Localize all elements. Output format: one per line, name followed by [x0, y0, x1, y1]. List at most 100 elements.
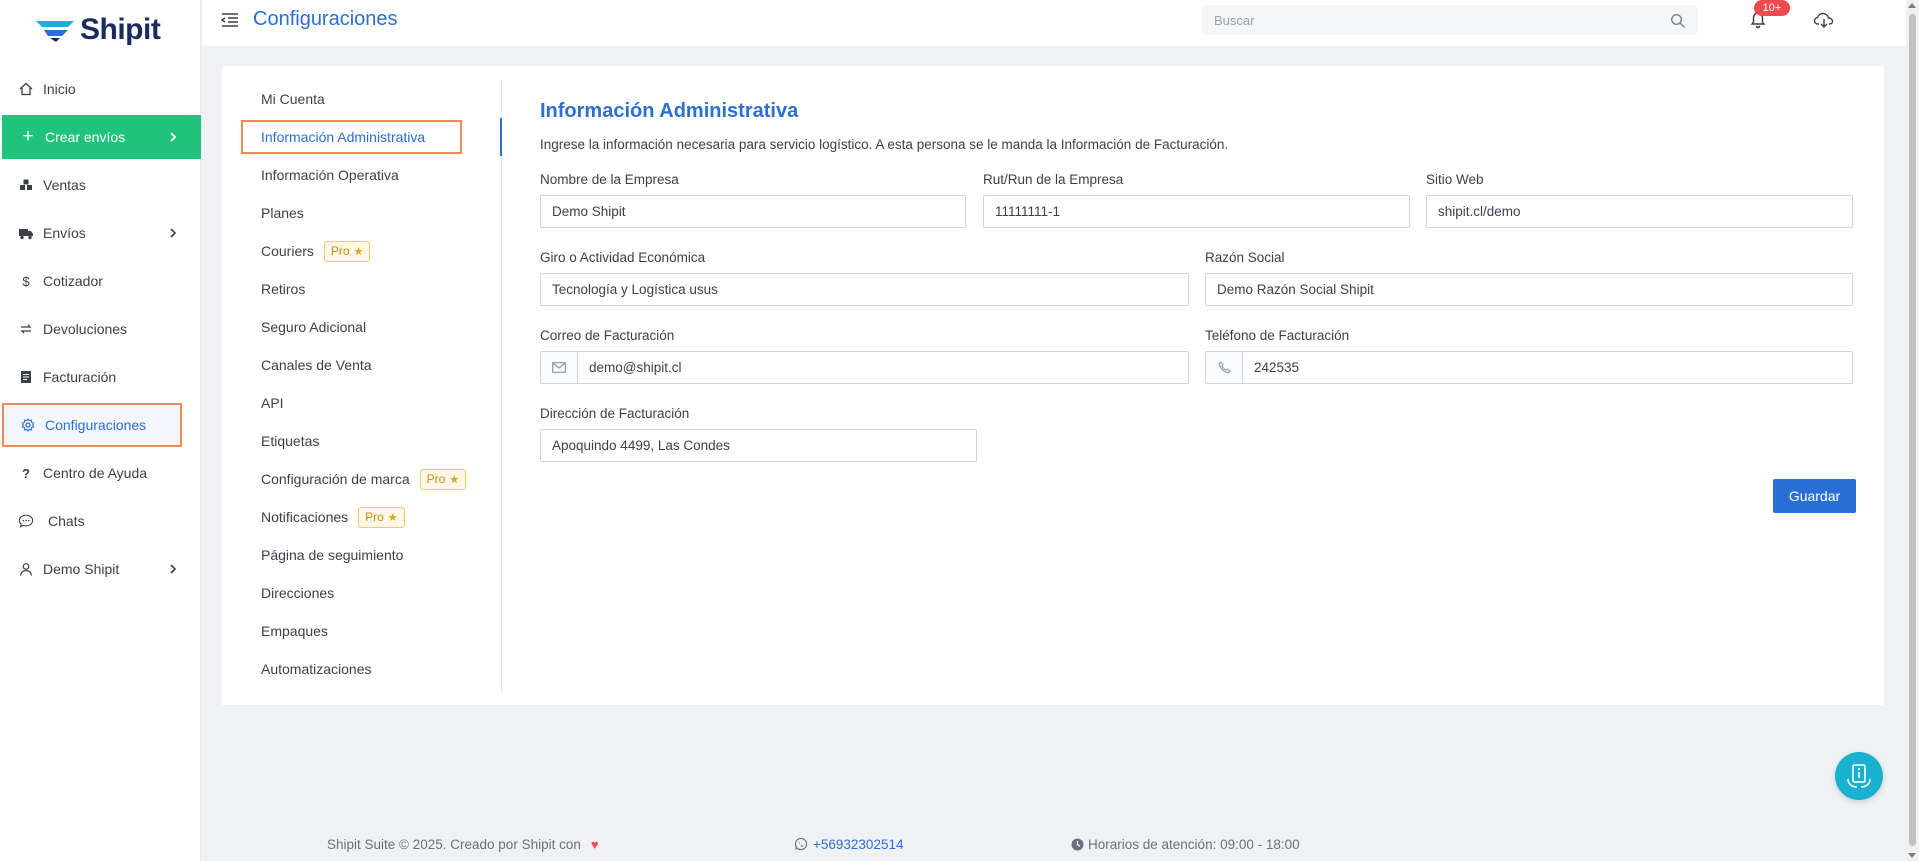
sidebar-item-configuraciones[interactable]: Configuraciones — [2, 403, 182, 447]
submenu-item-empaques[interactable]: Empaques — [222, 612, 501, 650]
pro-badge: Pro ★ — [323, 240, 371, 262]
submenu-item-automatizaciones[interactable]: Automatizaciones — [222, 650, 501, 688]
sidebar-item-label: Ventas — [43, 177, 86, 193]
rut-input[interactable] — [984, 196, 1409, 227]
footer-hours: Horarios de atención: 09:00 - 18:00 — [1071, 835, 1300, 853]
website-input[interactable] — [1427, 196, 1852, 227]
scroll-thumb[interactable] — [1909, 14, 1916, 846]
pro-badge-label: Pro — [330, 244, 350, 258]
star-icon: ★ — [449, 473, 460, 486]
submenu-item-label: Notificaciones — [261, 509, 349, 525]
sidebar-item-label: Configuraciones — [45, 417, 147, 433]
sidebar-item-label: Inicio — [43, 81, 76, 97]
user-icon — [18, 561, 34, 577]
business-activity-input[interactable] — [541, 274, 1188, 305]
sidebar-item-label: Crear envíos — [45, 129, 126, 145]
billing-phone-input[interactable] — [1243, 352, 1852, 383]
submenu-item-informacion-operativa[interactable]: Información Operativa — [222, 156, 501, 194]
company-name-label: Nombre de la Empresa — [540, 172, 679, 187]
sidebar-item-demo-shipit[interactable]: Demo Shipit — [0, 547, 201, 591]
sidebar-item-inicio[interactable]: Inicio — [0, 67, 201, 111]
submenu-item-couriers[interactable]: Couriers Pro ★ — [222, 232, 501, 270]
billing-email-input[interactable] — [578, 352, 1188, 383]
sidebar-item-ventas[interactable]: Ventas — [0, 163, 201, 207]
sidebar-item-label: Facturación — [43, 369, 117, 385]
billing-email-field — [540, 351, 1189, 384]
heart-icon: ♥ — [590, 836, 599, 852]
sidebar-item-facturacion[interactable]: Facturación — [0, 355, 201, 399]
page-title: Configuraciones — [253, 8, 398, 30]
sidebar-item-envios[interactable]: Envíos — [0, 211, 201, 255]
shipit-logo-icon — [36, 21, 74, 42]
sidebar-item-centro-de-ayuda[interactable]: ? Centro de Ayuda — [0, 451, 201, 495]
search-icon[interactable] — [1670, 13, 1686, 29]
billing-address-field — [540, 429, 977, 462]
sidebar-item-devoluciones[interactable]: Devoluciones — [0, 307, 201, 351]
legal-name-input[interactable] — [1206, 274, 1852, 305]
submenu-item-planes[interactable]: Planes — [222, 194, 501, 232]
shipit-logo[interactable]: Shipit — [34, 12, 161, 48]
submenu-item-seguro-adicional[interactable]: Seguro Adicional — [222, 308, 501, 346]
support-icon — [1847, 764, 1871, 788]
submenu-item-label: Canales de Venta — [261, 357, 372, 373]
invoice-icon — [18, 369, 34, 385]
pro-badge: Pro ★ — [419, 468, 467, 490]
truck-icon — [18, 225, 34, 241]
brand-name: Shipit — [80, 13, 161, 46]
chat-icon — [18, 513, 34, 529]
sidebar-item-label: Centro de Ayuda — [43, 465, 148, 481]
submenu-item-etiquetas[interactable]: Etiquetas — [222, 422, 501, 460]
submenu-item-direcciones[interactable]: Direcciones — [222, 574, 501, 612]
submenu-item-label: Automatizaciones — [261, 661, 372, 677]
submenu-item-informacion-administrativa[interactable]: Información Administrativa — [222, 118, 502, 156]
submenu-item-notificaciones[interactable]: Notificaciones Pro ★ — [222, 498, 501, 536]
topbar: Configuraciones 10+ — [202, 0, 1906, 46]
sidebar-item-label: Cotizador — [43, 273, 103, 289]
sidebar-item-chats[interactable]: Chats — [0, 499, 201, 543]
submenu-item-label: Direcciones — [261, 585, 335, 601]
business-activity-label: Giro o Actividad Económica — [540, 250, 706, 265]
sidebar-item-crear-envios[interactable]: + Crear envíos — [2, 115, 201, 159]
scroll-up-arrow-icon[interactable] — [1908, 3, 1916, 8]
billing-email-label: Correo de Facturación — [540, 328, 675, 343]
section-title: Información Administrativa — [540, 100, 799, 122]
billing-address-input[interactable] — [541, 430, 976, 461]
submenu-item-label: API — [261, 395, 284, 411]
boxes-icon — [18, 177, 34, 193]
support-phone-link[interactable]: +56932302514 — [813, 837, 903, 852]
sidebar-item-label: Chats — [48, 513, 85, 529]
sidebar-nav: Inicio + Crear envíos Ventas Envíos $ Co… — [0, 67, 201, 595]
save-button[interactable]: Guardar — [1773, 479, 1856, 513]
submenu-item-api[interactable]: API — [222, 384, 501, 422]
chevron-right-icon — [170, 132, 177, 142]
sidebar-item-cotizador[interactable]: $ Cotizador — [0, 259, 201, 303]
submenu-item-canales-de-venta[interactable]: Canales de Venta — [222, 346, 501, 384]
submenu-item-label: Retiros — [261, 281, 306, 297]
submenu-item-mi-cuenta[interactable]: Mi Cuenta — [222, 80, 501, 118]
submenu-item-label: Empaques — [261, 623, 328, 639]
help-fab-button[interactable] — [1835, 752, 1883, 800]
search-input[interactable] — [1202, 5, 1698, 35]
company-name-field — [540, 195, 966, 228]
company-name-input[interactable] — [541, 196, 965, 227]
legal-name-field — [1205, 273, 1853, 306]
phone-icon — [1206, 352, 1243, 383]
scroll-down-arrow-icon[interactable] — [1908, 853, 1916, 858]
submenu-item-retiros[interactable]: Retiros — [222, 270, 501, 308]
cloud-download-icon[interactable] — [1813, 10, 1835, 30]
legal-name-label: Razón Social — [1205, 250, 1285, 265]
sidebar-item-label: Demo Shipit — [43, 561, 120, 577]
question-icon: ? — [22, 465, 30, 481]
hours-text: Horarios de atención: 09:00 - 18:00 — [1088, 836, 1300, 852]
page-scrollbar[interactable] — [1906, 0, 1919, 861]
menu-toggle-icon[interactable] — [220, 12, 240, 28]
rut-field — [983, 195, 1410, 228]
submenu-item-label: Información Administrativa — [261, 129, 426, 145]
submenu-item-label: Mi Cuenta — [261, 91, 325, 107]
footer-copyright: Shipit Suite © 2025. Creado por Shipit c… — [327, 835, 599, 853]
submenu-item-configuracion-de-marca[interactable]: Configuración de marca Pro ★ — [222, 460, 501, 498]
submenu-item-pagina-de-seguimiento[interactable]: Página de seguimiento — [222, 536, 501, 574]
pro-badge: Pro ★ — [358, 506, 405, 528]
footer-phone: +56932302514 — [794, 835, 903, 853]
star-icon: ★ — [387, 511, 398, 524]
